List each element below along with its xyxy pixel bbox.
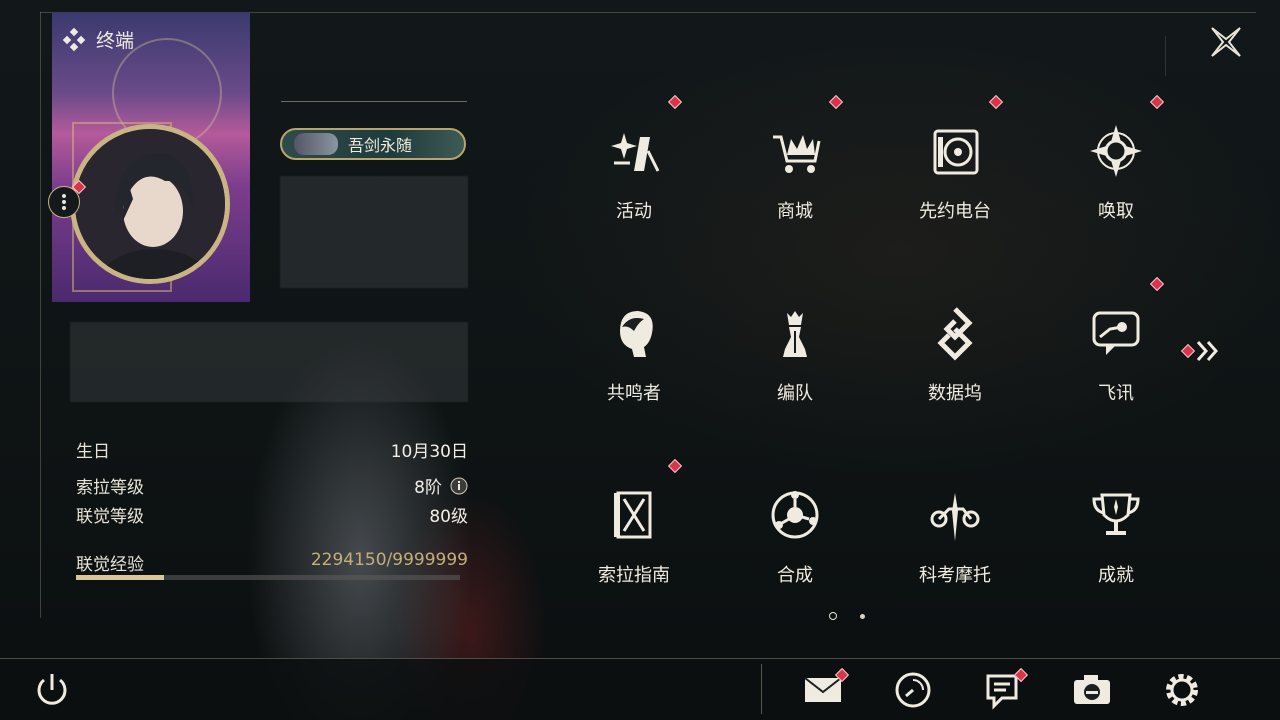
menu-tile-label: 共鸣者 <box>607 383 661 404</box>
close-icon <box>1211 27 1241 57</box>
stat-value: 8阶 <box>414 478 442 498</box>
menu-tile-label: 活动 <box>616 201 652 222</box>
data-dock-icon <box>937 307 973 361</box>
window-title: 终端 <box>62 26 134 53</box>
menu-tile-data-dock[interactable]: 数据坞 <box>885 258 1025 408</box>
menu-tile-sola-guide[interactable]: 索拉指南 <box>564 440 704 590</box>
menu-tile-team[interactable]: 编队 <box>725 258 865 408</box>
character-head-icon <box>620 311 653 357</box>
notification-badge <box>988 94 1004 110</box>
stat-value: 80级 <box>429 507 468 527</box>
sparkle-icon <box>611 133 660 172</box>
pager-dot[interactable] <box>860 614 865 619</box>
crown-cart-icon <box>773 135 821 173</box>
stat-label: 联觉等级 <box>76 507 144 527</box>
menu-tile-label: 商城 <box>777 201 813 222</box>
experience-value: 2294150/9999999 <box>310 550 468 570</box>
motorcycle-icon <box>930 493 980 541</box>
menu-tile-label: 合成 <box>777 565 813 586</box>
experience-progress-bar <box>76 575 460 580</box>
radio-vinyl-icon <box>933 129 979 175</box>
menu-tile-label: 唤取 <box>1098 201 1134 222</box>
menu-tile-label: 先约电台 <box>919 201 991 222</box>
title-badge[interactable]: 吾剑永随 <box>280 128 466 160</box>
settings-button[interactable] <box>1160 668 1204 712</box>
notification-badge <box>667 94 683 110</box>
frame-left-line <box>40 12 41 618</box>
more-vertical-icon <box>62 194 66 210</box>
close-button[interactable] <box>1208 24 1244 60</box>
experience-progress-fill <box>76 575 164 580</box>
redacted-name-area <box>280 176 468 288</box>
guide-book-icon <box>614 491 652 539</box>
menu-tile-events[interactable]: 活动 <box>564 76 704 226</box>
chat-message-icon <box>1092 311 1140 355</box>
stat-label: 生日 <box>76 442 110 462</box>
info-icon[interactable] <box>450 477 468 495</box>
menu-tile-resonators[interactable]: 共鸣者 <box>564 258 704 408</box>
compass-star-icon <box>1090 125 1142 177</box>
synthesis-icon <box>771 491 819 539</box>
frame-corner-line <box>1165 36 1166 76</box>
pager-dot-active[interactable] <box>829 612 837 620</box>
power-icon <box>37 674 67 705</box>
bottom-bar-divider <box>761 664 762 714</box>
trophy-icon <box>1092 493 1140 535</box>
redacted-signature-area <box>70 322 468 402</box>
menu-tile-label: 科考摩托 <box>919 565 991 586</box>
menu-tile-achievements[interactable]: 成就 <box>1046 440 1186 590</box>
notification-badge <box>667 458 683 474</box>
menu-tile-messages[interactable]: 飞讯 <box>1046 258 1186 408</box>
menu-tile-label: 成就 <box>1098 565 1134 586</box>
menu-tile-radio[interactable]: 先约电台 <box>885 76 1025 226</box>
menu-tile-label: 数据坞 <box>928 383 982 404</box>
power-button[interactable] <box>30 668 74 712</box>
camera-icon <box>1074 675 1110 704</box>
notes-button[interactable] <box>980 667 1029 712</box>
menu-tile-label: 飞讯 <box>1098 383 1134 404</box>
stat-birthday: 生日 10月30日 <box>76 437 468 462</box>
menu-tile-shop[interactable]: 商城 <box>725 76 865 226</box>
chess-team-icon <box>783 311 807 357</box>
clock-icon <box>895 672 931 708</box>
diamond-cluster-icon <box>62 27 86 51</box>
name-underline <box>281 101 467 102</box>
mail-button[interactable] <box>801 667 850 712</box>
avatar[interactable] <box>70 124 230 284</box>
title-badge-text: 吾剑永随 <box>347 136 412 155</box>
menu-tile-synthesis[interactable]: 合成 <box>725 440 865 590</box>
stat-label: 索拉等级 <box>76 478 144 498</box>
menu-tile-convene[interactable]: 唤取 <box>1046 76 1186 226</box>
menu-tile-label: 编队 <box>777 383 813 404</box>
menu-tile-motorcycle[interactable]: 科考摩托 <box>885 440 1025 590</box>
stat-value: 10月30日 <box>390 442 468 462</box>
camera-button[interactable] <box>1070 668 1114 712</box>
gear-icon <box>1166 674 1198 706</box>
notification-badge <box>1149 94 1165 110</box>
notification-badge <box>828 94 844 110</box>
stat-sola-level: 索拉等级 8阶 <box>76 473 468 498</box>
notification-badge <box>1149 276 1165 292</box>
menu-tile-label: 索拉指南 <box>598 565 670 586</box>
clock-button[interactable] <box>891 668 935 712</box>
avatar-portrait-image <box>75 129 225 279</box>
window-title-text: 终端 <box>96 30 135 52</box>
profile-menu-button[interactable] <box>48 186 80 218</box>
stat-synesthesia-level: 联觉等级 80级 <box>76 502 468 527</box>
title-badge-portrait <box>294 133 338 155</box>
experience-label: 联觉经验 <box>76 555 144 575</box>
next-page-button[interactable] <box>1180 338 1222 364</box>
